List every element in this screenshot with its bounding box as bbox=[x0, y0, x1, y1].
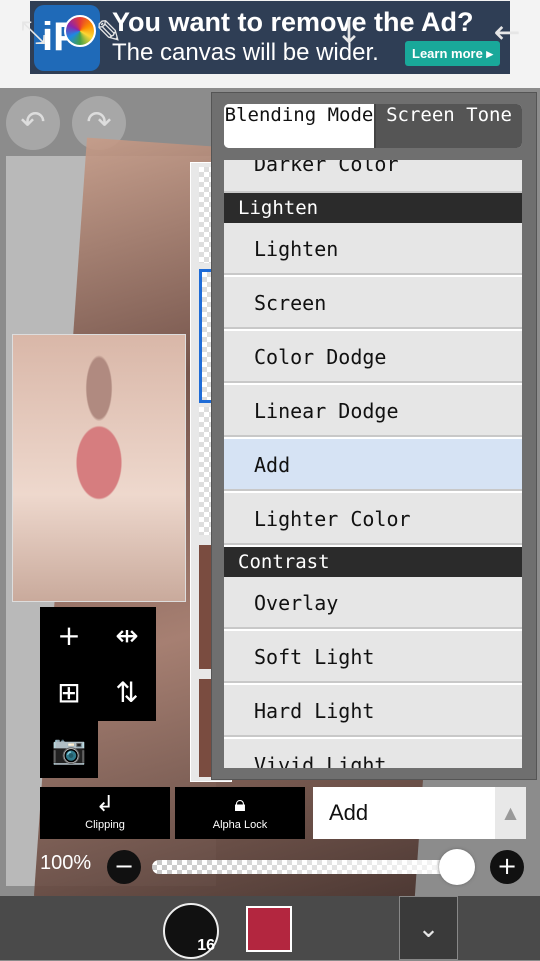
blend-item-lighten[interactable]: Lighten bbox=[224, 223, 522, 275]
brush-size-button[interactable]: 16 bbox=[163, 903, 219, 959]
blend-item-vivid-light[interactable]: Vivid Light bbox=[224, 739, 522, 768]
group-header-lighten: Lighten bbox=[224, 193, 522, 223]
camera-button[interactable]: 📷 bbox=[40, 721, 98, 778]
ad-banner-area: iP You want to remove the Ad? The canvas… bbox=[0, 0, 540, 88]
tab-blending-mode[interactable]: Blending Mode bbox=[224, 104, 376, 148]
blend-item-color-dodge[interactable]: Color Dodge bbox=[224, 331, 522, 383]
brush-size-value: 16 bbox=[197, 937, 215, 954]
opacity-slider[interactable] bbox=[152, 860, 472, 874]
clipping-button[interactable]: ↲ Clipping bbox=[40, 787, 170, 839]
duplicate-layer-button[interactable]: ⊞ bbox=[40, 664, 98, 721]
clipping-label: Clipping bbox=[85, 819, 125, 831]
reference-thumbnail[interactable] bbox=[12, 334, 186, 602]
double-chevron-down-icon: ⌄ bbox=[417, 914, 440, 944]
dropdown-arrow-icon[interactable]: ▲ bbox=[495, 787, 526, 839]
add-layer-button[interactable]: + bbox=[40, 607, 98, 664]
brush-tool-icon[interactable]: ✎ bbox=[86, 0, 132, 64]
opacity-increase-button[interactable]: + bbox=[490, 850, 524, 884]
move-down-icon[interactable]: ↓ bbox=[326, 0, 372, 64]
transform-tool-icon[interactable]: ⤡ bbox=[10, 0, 56, 64]
clipping-icon: ↲ bbox=[95, 792, 115, 817]
opacity-value: 100% bbox=[40, 852, 92, 874]
blend-item-lighter-color[interactable]: Lighter Color bbox=[224, 493, 522, 545]
flip-vertical-button[interactable]: ⇅ bbox=[98, 664, 156, 721]
blend-tabs: Blending Mode Screen Tone bbox=[224, 104, 522, 148]
layer-tools: + ⇹ ⊞ ⇅ 📷 bbox=[40, 607, 156, 779]
blend-item-linear-dodge[interactable]: Linear Dodge bbox=[224, 385, 522, 437]
blend-item-add[interactable]: Add bbox=[224, 439, 522, 491]
lock-icon: 🔒︎ bbox=[234, 792, 246, 817]
blend-item-screen[interactable]: Screen bbox=[224, 277, 522, 329]
opacity-slider-knob[interactable] bbox=[439, 849, 475, 885]
color-swatch[interactable] bbox=[246, 906, 292, 952]
flip-horizontal-button[interactable]: ⇹ bbox=[98, 607, 156, 664]
back-arrow-icon[interactable]: ← bbox=[482, 0, 532, 64]
blend-item-darker-color[interactable]: Darker Color bbox=[224, 160, 522, 193]
alpha-lock-label: Alpha Lock bbox=[212, 819, 268, 831]
undo-button[interactable]: ↶ bbox=[6, 96, 60, 150]
ad-headline: You want to remove the Ad? bbox=[112, 7, 474, 37]
blend-mode-select[interactable]: Add bbox=[313, 787, 495, 839]
blend-item-overlay[interactable]: Overlay bbox=[224, 577, 522, 629]
blend-mode-list[interactable]: Darker Color Lighten Lighten Screen Colo… bbox=[224, 160, 522, 768]
blend-item-hard-light[interactable]: Hard Light bbox=[224, 685, 522, 737]
layers-toggle-button[interactable]: ⌄ bbox=[399, 896, 458, 960]
alpha-lock-button[interactable]: 🔒︎ Alpha Lock bbox=[175, 787, 305, 839]
opacity-decrease-button[interactable]: − bbox=[107, 850, 141, 884]
tab-screen-tone[interactable]: Screen Tone bbox=[376, 104, 522, 148]
group-header-contrast: Contrast bbox=[224, 547, 522, 577]
blend-item-soft-light[interactable]: Soft Light bbox=[224, 631, 522, 683]
